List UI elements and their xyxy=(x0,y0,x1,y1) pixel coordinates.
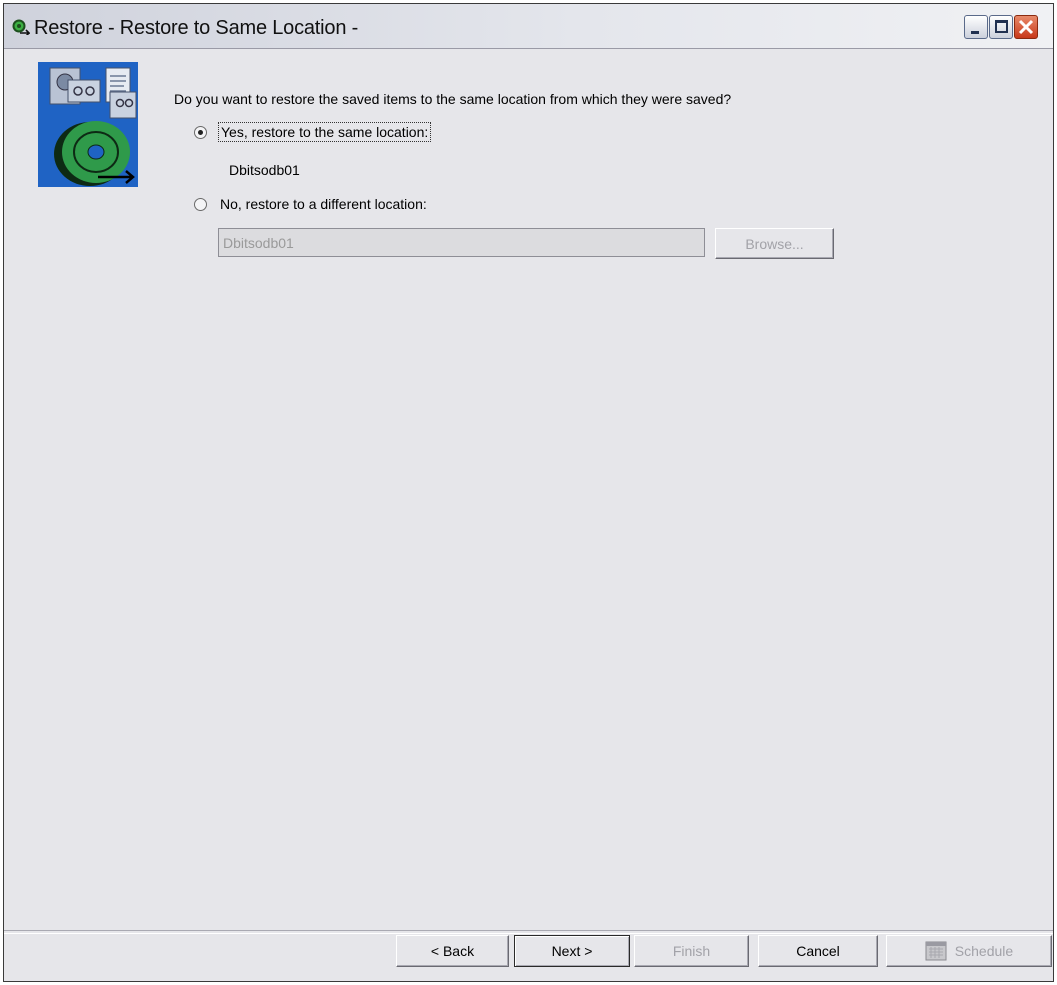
window-title: Restore - Restore to Same Location - xyxy=(34,17,359,39)
radio-selected-dot xyxy=(198,130,203,135)
restore-question: Do you want to restore the saved items t… xyxy=(174,91,732,107)
restore-wizard-window: Restore - Restore to Same Location - Do xyxy=(3,3,1054,982)
different-location-input[interactable] xyxy=(218,228,705,257)
minimize-icon xyxy=(971,31,979,34)
same-location-radio[interactable] xyxy=(194,126,207,139)
current-location-value: Dbitsodb01 xyxy=(229,162,300,178)
next-button[interactable]: Next > xyxy=(514,935,630,967)
schedule-label: Schedule xyxy=(954,943,1014,959)
maximize-button[interactable] xyxy=(989,15,1013,39)
back-button[interactable]: < Back xyxy=(396,935,509,967)
minimize-button[interactable] xyxy=(964,15,988,39)
close-icon xyxy=(1018,19,1034,35)
same-location-label[interactable]: Yes, restore to the same location: xyxy=(218,122,432,142)
close-button[interactable] xyxy=(1014,15,1038,39)
title-bar[interactable]: Restore - Restore to Same Location - xyxy=(4,4,1053,49)
different-location-label[interactable]: No, restore to a different location: xyxy=(220,196,427,212)
footer-separator xyxy=(4,930,1053,934)
calendar-icon xyxy=(925,941,947,961)
cancel-button[interactable]: Cancel xyxy=(758,935,878,967)
restore-app-icon xyxy=(12,19,30,35)
different-location-radio[interactable] xyxy=(194,198,207,211)
browse-button[interactable]: Browse... xyxy=(715,228,834,259)
schedule-button[interactable]: Schedule xyxy=(886,935,1052,967)
maximize-icon xyxy=(995,20,1008,33)
restore-wizard-graphic xyxy=(38,62,138,187)
finish-button[interactable]: Finish xyxy=(634,935,749,967)
